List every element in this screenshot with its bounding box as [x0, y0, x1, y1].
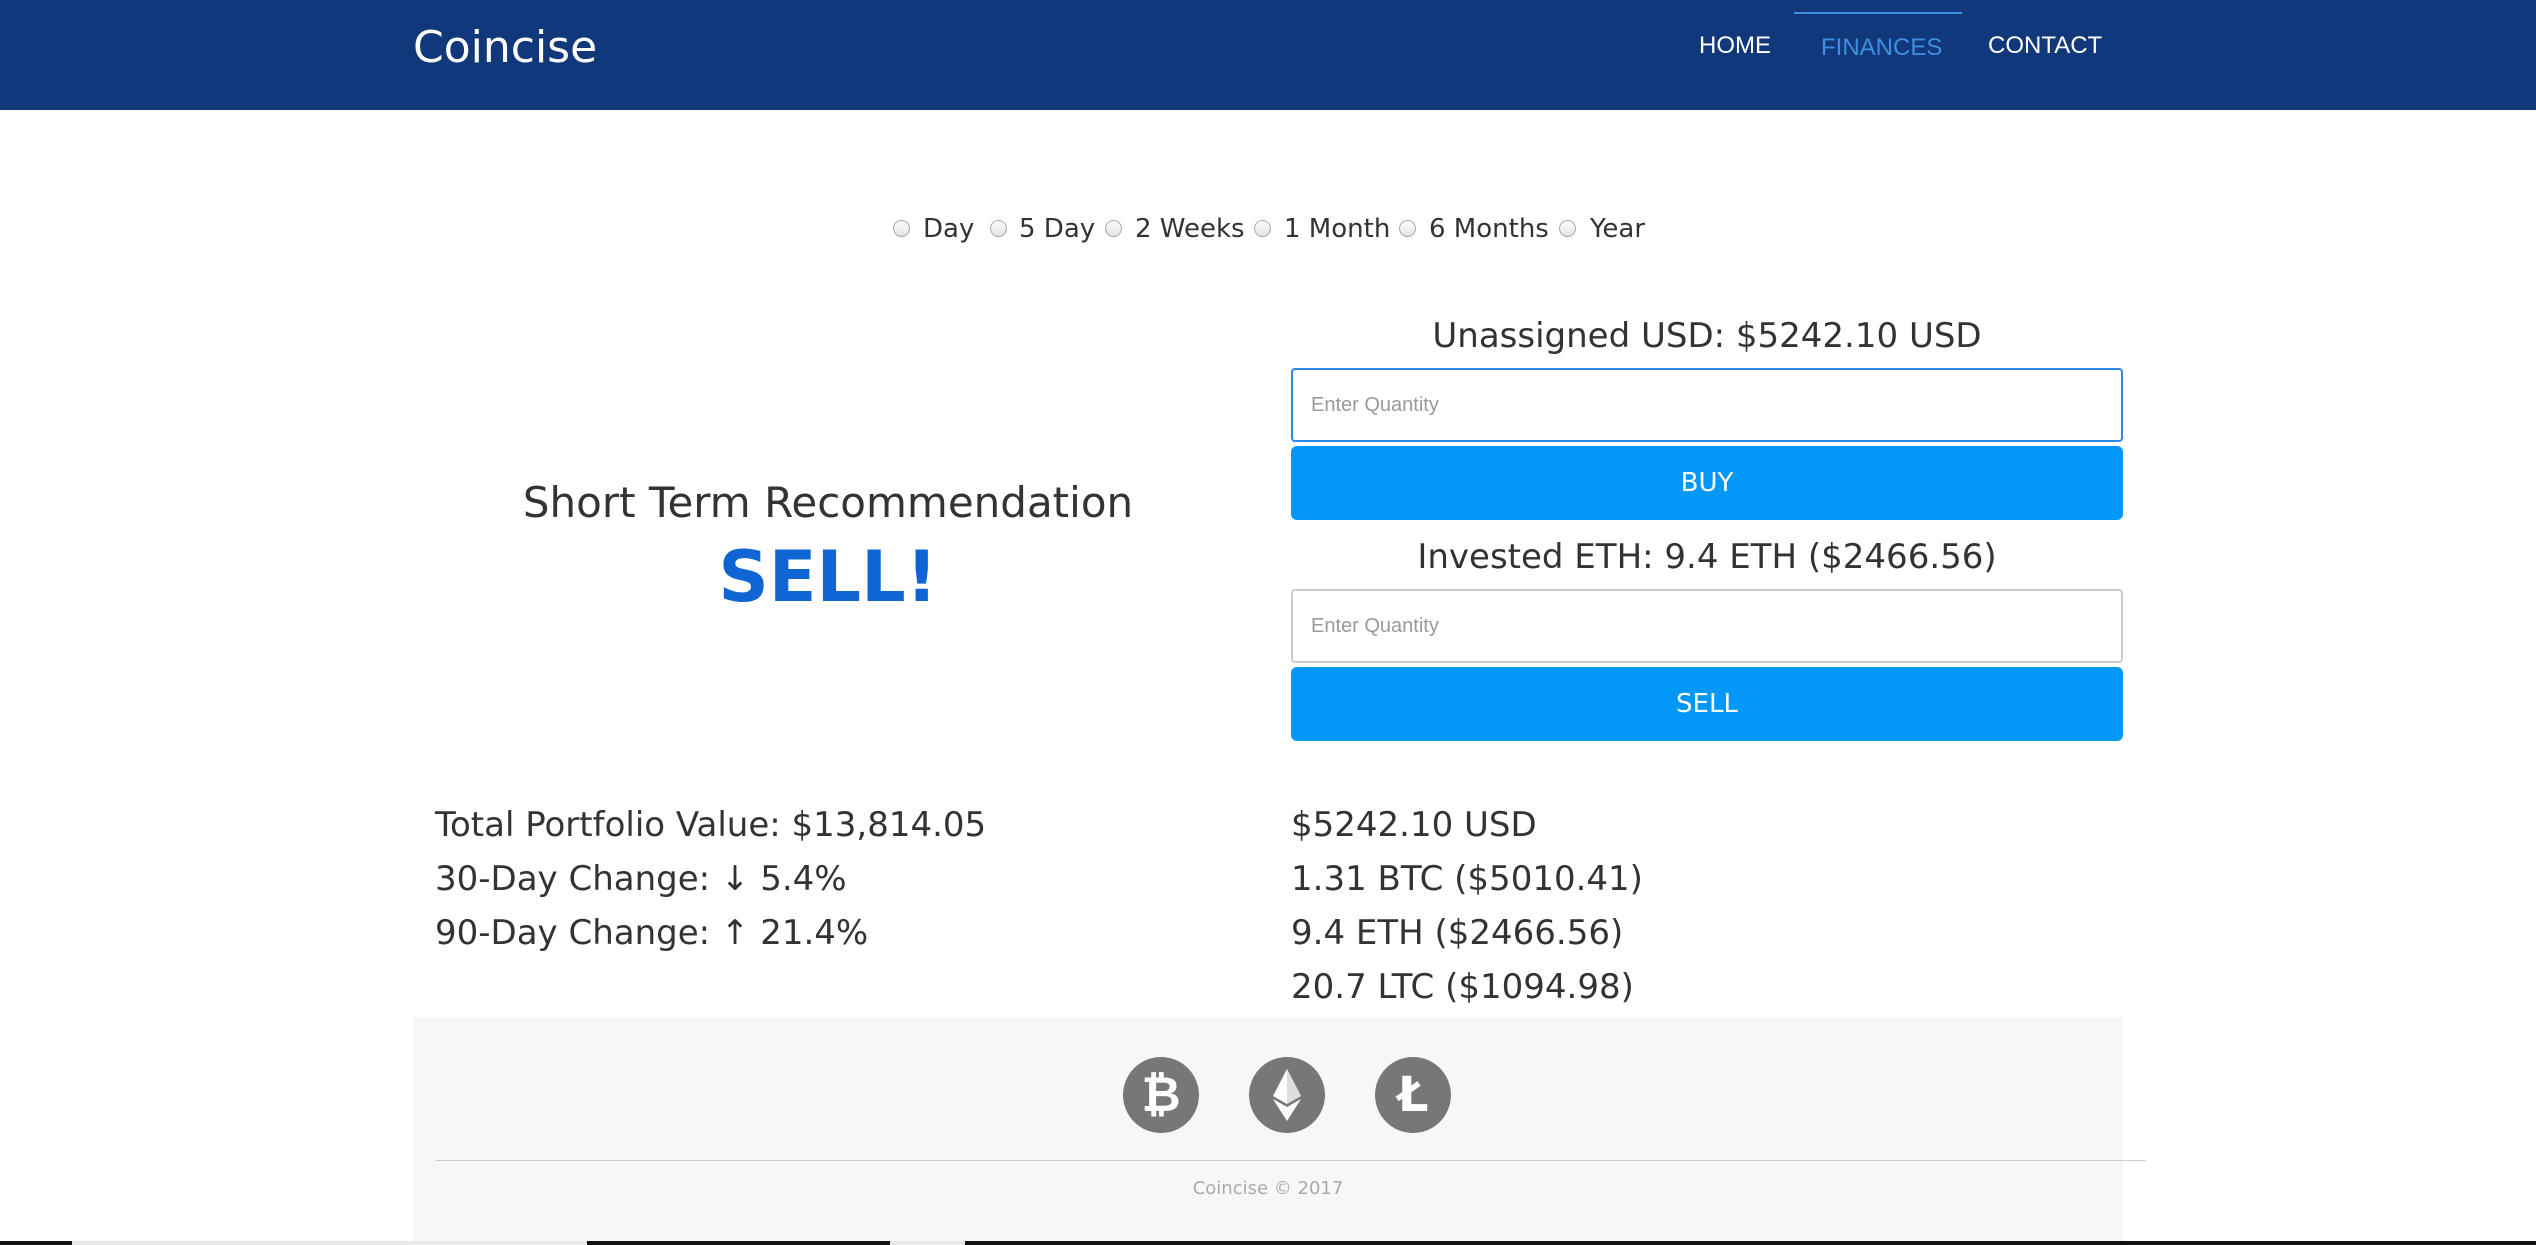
radio-1-month[interactable] — [1254, 220, 1271, 237]
buy-button[interactable]: BUY — [1291, 446, 2123, 520]
bottom-scroll-segment-2 — [890, 1241, 965, 1245]
radio-2-weeks[interactable] — [1105, 220, 1122, 237]
total-portfolio-value: Total Portfolio Value: $13,814.05 — [435, 805, 987, 845]
unassigned-usd-heading: Unassigned USD: $5242.10 USD — [1432, 316, 1982, 356]
nav-home[interactable]: HOME — [1699, 32, 1771, 60]
footer-divider — [436, 1160, 2146, 1161]
bitcoin-icon[interactable]: ₿ — [1123, 1057, 1199, 1133]
time-range-selector: Day 5 Day 2 Weeks 1 Month 6 Months Year — [0, 214, 2536, 254]
radio-label-year[interactable]: Year — [1590, 214, 1645, 244]
radio-label-1-month[interactable]: 1 Month — [1284, 214, 1390, 244]
radio-label-6-months[interactable]: 6 Months — [1429, 214, 1549, 244]
nav-finances[interactable]: FINANCES — [1821, 34, 1942, 62]
brand-logo[interactable]: Coincise — [413, 22, 597, 73]
ninety-day-change: 90-Day Change: ↑ 21.4% — [435, 913, 869, 953]
holding-ltc: 20.7 LTC ($1094.98) — [1291, 967, 1634, 1007]
holding-usd: $5242.10 USD — [1291, 805, 1537, 845]
sell-button[interactable]: SELL — [1291, 667, 2123, 741]
navbar: Coincise HOME FINANCES CONTACT — [0, 0, 2536, 110]
ethereum-icon[interactable] — [1249, 1057, 1325, 1133]
radio-year[interactable] — [1559, 220, 1576, 237]
recommendation-value: SELL! — [718, 536, 938, 618]
sell-quantity-input[interactable] — [1291, 589, 2123, 663]
copyright-text: Coincise © 2017 — [1192, 1178, 1344, 1199]
invested-eth-heading: Invested ETH: 9.4 ETH ($2466.56) — [1417, 537, 1997, 577]
holding-btc: 1.31 BTC ($5010.41) — [1291, 859, 1643, 899]
litecoin-icon[interactable]: Ł — [1375, 1057, 1451, 1133]
radio-6-months[interactable] — [1399, 220, 1416, 237]
radio-label-day[interactable]: Day — [923, 214, 974, 244]
radio-label-2-weeks[interactable]: 2 Weeks — [1135, 214, 1245, 244]
holding-eth: 9.4 ETH ($2466.56) — [1291, 913, 1624, 953]
bottom-scroll-segment — [72, 1241, 587, 1245]
nav-active-indicator — [1794, 12, 1962, 14]
radio-label-5-day[interactable]: 5 Day — [1019, 214, 1095, 244]
thirty-day-change: 30-Day Change: ↓ 5.4% — [435, 859, 847, 899]
buy-quantity-input[interactable] — [1291, 368, 2123, 442]
radio-5-day[interactable] — [990, 220, 1007, 237]
radio-day[interactable] — [893, 220, 910, 237]
footer: ₿ Ł — [413, 1017, 2123, 1245]
nav-contact[interactable]: CONTACT — [1988, 32, 2102, 60]
recommendation-title: Short Term Recommendation — [522, 478, 1134, 527]
